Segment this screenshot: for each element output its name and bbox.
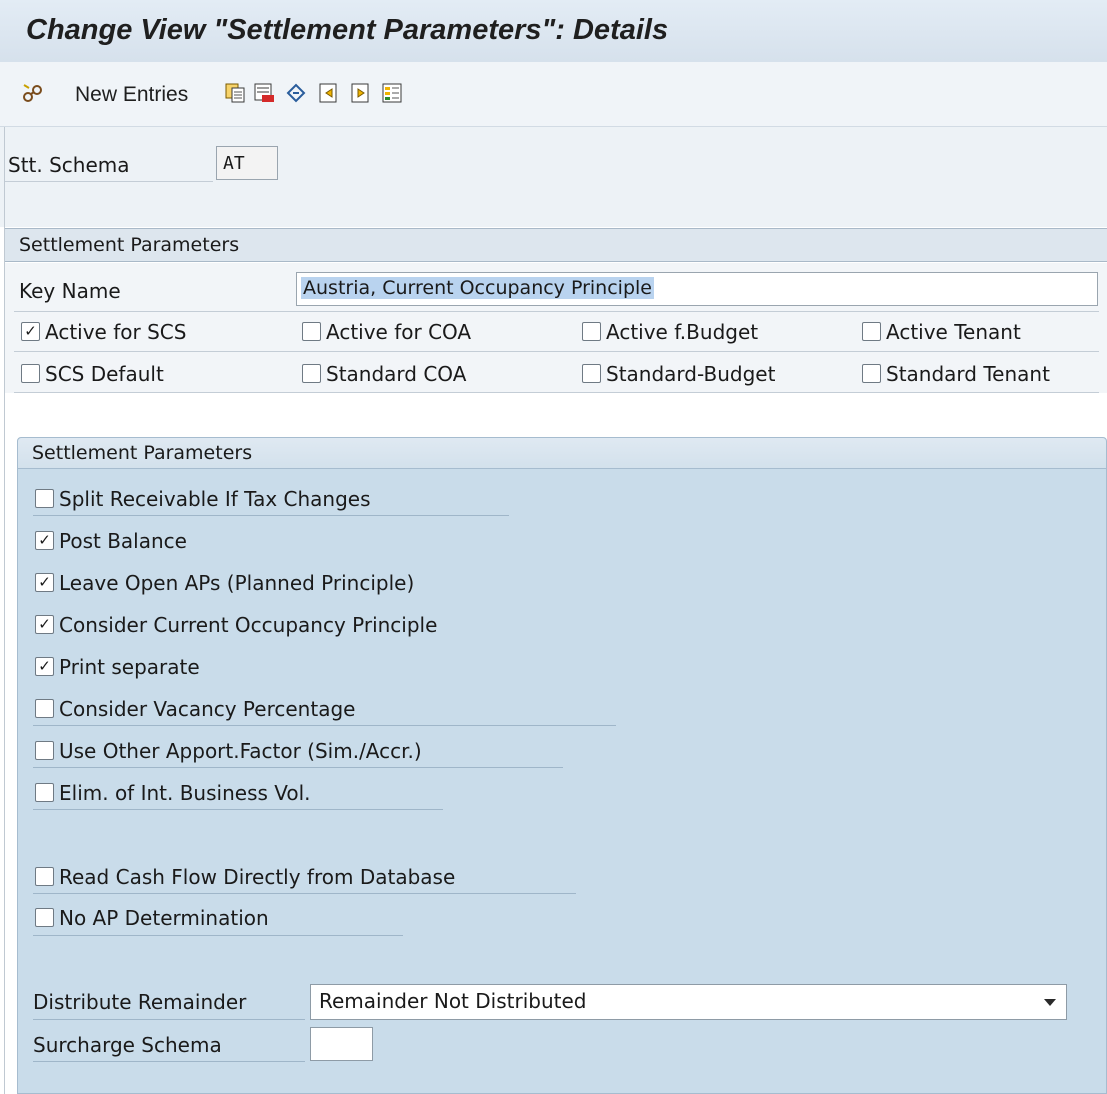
option-underline	[33, 725, 616, 726]
distribute-remainder-value: Remainder Not Distributed	[319, 989, 587, 1013]
previous-entry-icon[interactable]	[318, 82, 340, 104]
checkbox-label: Split Receivable If Tax Changes	[59, 487, 371, 511]
key-name-label: Key Name	[19, 279, 121, 303]
checkbox-label: Active for SCS	[45, 320, 187, 344]
header-area	[0, 127, 1107, 227]
checkbox-box[interactable]: ✓	[35, 615, 54, 634]
checkbox-box[interactable]	[35, 867, 54, 886]
surcharge-schema-field[interactable]	[310, 1027, 373, 1061]
checkbox-box[interactable]: ✓	[35, 531, 54, 550]
application-toolbar: New Entries	[0, 62, 1107, 127]
checkbox-box[interactable]	[302, 364, 321, 383]
schema-label: Stt. Schema	[8, 153, 130, 177]
checkbox-box[interactable]	[35, 908, 54, 927]
copy-icon[interactable]	[224, 82, 246, 104]
parameters-group-title: Settlement Parameters	[32, 442, 253, 464]
checkbox-box[interactable]	[582, 364, 601, 383]
checkbox-box[interactable]: ✓	[35, 573, 54, 592]
checkbox-box[interactable]	[582, 322, 601, 341]
option-underline	[33, 893, 576, 894]
checkbox-box[interactable]	[35, 699, 54, 718]
checkbox-box[interactable]	[35, 489, 54, 508]
page-title: Change View "Settlement Parameters": Det…	[26, 14, 669, 46]
checkbox-label: Standard COA	[326, 362, 467, 386]
edit-glasses-icon[interactable]	[22, 82, 44, 104]
checkbox-label: Active for COA	[326, 320, 472, 344]
row-separator	[14, 311, 1099, 312]
next-entry-icon[interactable]	[350, 82, 372, 104]
label-underline	[33, 1019, 305, 1020]
option-underline	[33, 767, 563, 768]
label-underline	[33, 1061, 305, 1062]
new-entries-button[interactable]: New Entries	[75, 83, 188, 107]
checkbox-box[interactable]: ✓	[21, 322, 40, 341]
distribute-remainder-dropdown[interactable]: Remainder Not Distributed	[310, 984, 1067, 1020]
checkbox-label: Print separate	[59, 655, 200, 679]
checkbox-label: Post Balance	[59, 529, 187, 553]
checkbox-label: SCS Default	[45, 362, 164, 386]
checkbox-box[interactable]	[862, 322, 881, 341]
option-underline	[33, 515, 509, 516]
key-name-field[interactable]: Austria, Current Occupancy Principle	[296, 272, 1098, 306]
checkbox-label: Active Tenant	[886, 320, 1021, 344]
option-underline	[33, 809, 443, 810]
checkbox-label: Leave Open APs (Planned Principle)	[59, 571, 415, 595]
checkbox-box[interactable]	[21, 364, 40, 383]
checkbox-label: Active f.Budget	[606, 320, 759, 344]
undo-change-icon[interactable]	[285, 82, 307, 104]
chevron-down-icon[interactable]	[1044, 999, 1056, 1006]
checkbox-label: Consider Vacancy Percentage	[59, 697, 356, 721]
row-separator	[14, 351, 1099, 352]
checkbox-box[interactable]	[862, 364, 881, 383]
key-name-value: Austria, Current Occupancy Principle	[301, 277, 654, 299]
checkbox-label: Standard Tenant	[886, 362, 1050, 386]
row-separator	[14, 392, 1099, 393]
variable-list-icon[interactable]	[381, 82, 403, 104]
delete-icon[interactable]	[253, 82, 275, 104]
settlement-section-header: Settlement Parameters	[5, 228, 1107, 262]
checkbox-box[interactable]	[302, 322, 321, 341]
settlement-section-title: Settlement Parameters	[19, 234, 240, 256]
checkbox-label: Elim. of Int. Business Vol.	[59, 781, 311, 805]
checkbox-box[interactable]	[35, 741, 54, 760]
checkbox-label: No AP Determination	[59, 906, 269, 930]
checkbox-label: Use Other Apport.Factor (Sim./Accr.)	[59, 739, 422, 763]
checkbox-box[interactable]: ✓	[35, 657, 54, 676]
checkbox-label: Standard-Budget	[606, 362, 776, 386]
checkbox-box[interactable]	[35, 783, 54, 802]
checkbox-label: Consider Current Occupancy Principle	[59, 613, 438, 637]
title-bar: Change View "Settlement Parameters": Det…	[0, 0, 1107, 62]
checkbox-label: Read Cash Flow Directly from Database	[59, 865, 456, 889]
surcharge-schema-label: Surcharge Schema	[33, 1033, 222, 1057]
schema-field[interactable]: AT	[216, 146, 278, 180]
option-underline	[33, 935, 403, 936]
parameters-group-header: Settlement Parameters	[18, 438, 1106, 469]
schema-label-underline	[5, 181, 213, 182]
distribute-remainder-label: Distribute Remainder	[33, 990, 247, 1014]
